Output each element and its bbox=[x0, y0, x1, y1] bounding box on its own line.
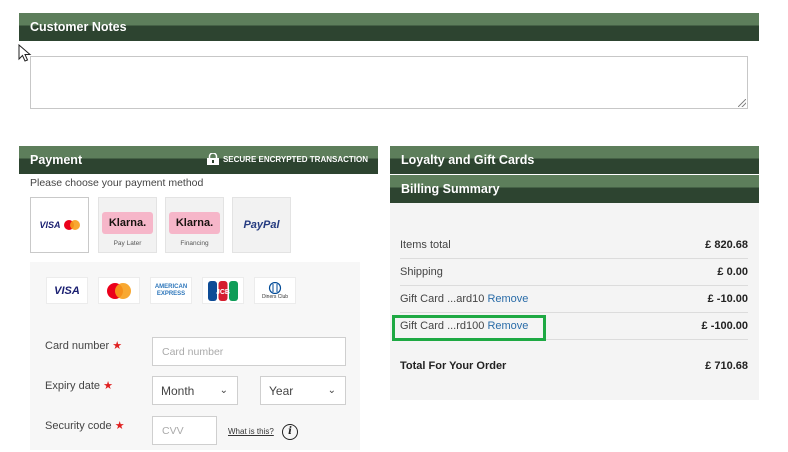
visa-icon: VISA bbox=[54, 284, 80, 297]
mouse-cursor-icon bbox=[18, 44, 32, 62]
summary-row-total: Total For Your Order £ 710.68 bbox=[400, 353, 748, 380]
cvv-input[interactable]: CVV bbox=[152, 416, 217, 445]
chevron-down-icon: ⌄ bbox=[219, 385, 228, 396]
payment-method-card[interactable]: VISA bbox=[30, 197, 89, 253]
total-label: Total For Your Order bbox=[400, 360, 507, 372]
billing-summary-header: Billing Summary bbox=[390, 175, 759, 203]
payment-method-paypal[interactable]: PayPal bbox=[232, 197, 291, 253]
required-star-icon: ★ bbox=[103, 380, 113, 392]
gift-card-2-amount: £ -100.00 bbox=[701, 320, 748, 332]
summary-row-gift-card-1: Gift Card ...ard10 Remove £ -10.00 bbox=[400, 286, 748, 313]
secure-label: SECURE ENCRYPTED TRANSACTION bbox=[222, 155, 368, 164]
klarna-icon: Klarna. bbox=[168, 212, 221, 234]
shipping-amount: £ 0.00 bbox=[717, 266, 748, 278]
customer-notes-header: Customer Notes bbox=[19, 13, 759, 41]
klarna-icon: Klarna. bbox=[101, 212, 154, 234]
customer-notes-textarea[interactable] bbox=[30, 56, 748, 109]
highlight-box bbox=[392, 315, 546, 341]
paypal-icon: PayPal bbox=[243, 219, 280, 231]
required-star-icon: ★ bbox=[112, 340, 123, 352]
payment-method-klarna-financing[interactable]: Klarna. Financing bbox=[165, 197, 224, 253]
required-star-icon: ★ bbox=[114, 420, 125, 432]
klarna-pay-later-label: Pay Later bbox=[113, 240, 142, 247]
amex-icon: AMERICAN EXPRESS bbox=[154, 283, 188, 297]
items-total-amount: £ 820.68 bbox=[705, 239, 748, 251]
mastercard-icon bbox=[107, 282, 131, 299]
total-amount: £ 710.68 bbox=[705, 360, 748, 372]
payment-title: Payment bbox=[30, 153, 83, 167]
choose-payment-label: Please choose your payment method bbox=[30, 177, 204, 189]
expiry-month-select[interactable]: Month ⌄ bbox=[152, 376, 238, 405]
expiry-year-select[interactable]: Year ⌄ bbox=[260, 376, 346, 405]
payment-header: Payment SECURE ENCRYPTED TRANSACTION bbox=[19, 146, 378, 174]
jcb-text: JCB bbox=[216, 289, 230, 296]
loyalty-title: Loyalty and Gift Cards bbox=[401, 153, 535, 167]
items-total-label: Items total bbox=[400, 239, 451, 251]
diners-club-brand: Diners Club bbox=[254, 277, 296, 304]
payment-method-klarna-pay-later[interactable]: Klarna. Pay Later bbox=[98, 197, 157, 253]
what-is-this-link[interactable]: What is this? bbox=[228, 427, 274, 436]
expiry-year-value: Year bbox=[269, 383, 294, 398]
summary-row-items-total: Items total £ 820.68 bbox=[400, 232, 748, 259]
secure-transaction-badge: SECURE ENCRYPTED TRANSACTION bbox=[206, 153, 368, 165]
security-code-label: Security code ★ bbox=[45, 420, 125, 432]
card-number-input[interactable]: Card number bbox=[152, 337, 346, 366]
mastercard-icon bbox=[63, 220, 80, 230]
jcb-brand: JCB bbox=[202, 277, 244, 304]
visa-icon: VISA bbox=[39, 220, 61, 230]
cvv-placeholder: CVV bbox=[162, 424, 184, 437]
amex-brand: AMERICAN EXPRESS bbox=[150, 277, 192, 304]
resize-handle[interactable] bbox=[738, 99, 746, 107]
lock-icon bbox=[206, 153, 219, 165]
shipping-label: Shipping bbox=[400, 266, 443, 278]
card-number-placeholder: Card number bbox=[162, 345, 224, 358]
jcb-icon: JCB bbox=[208, 280, 238, 301]
gift-card-1-label: Gift Card ...ard10 bbox=[400, 293, 485, 305]
diners-club-label: Diners Club bbox=[261, 293, 289, 300]
diners-club-icon bbox=[268, 281, 282, 294]
visa-brand: VISA bbox=[46, 277, 88, 304]
info-icon[interactable]: i bbox=[282, 424, 298, 440]
loyalty-gift-cards-header[interactable]: Loyalty and Gift Cards bbox=[390, 146, 759, 174]
summary-row-shipping: Shipping £ 0.00 bbox=[400, 259, 748, 286]
expiry-date-label: Expiry date ★ bbox=[45, 380, 113, 392]
chevron-down-icon: ⌄ bbox=[327, 385, 336, 396]
gift-card-1-amount: £ -10.00 bbox=[707, 293, 748, 305]
billing-title: Billing Summary bbox=[401, 182, 500, 196]
gift-card-1-remove-link[interactable]: Remove bbox=[487, 293, 528, 305]
klarna-financing-label: Financing bbox=[180, 240, 209, 247]
customer-notes-title: Customer Notes bbox=[30, 20, 127, 34]
expiry-month-value: Month bbox=[161, 383, 195, 398]
card-number-label: Card number ★ bbox=[45, 340, 123, 352]
mastercard-brand bbox=[98, 277, 140, 304]
